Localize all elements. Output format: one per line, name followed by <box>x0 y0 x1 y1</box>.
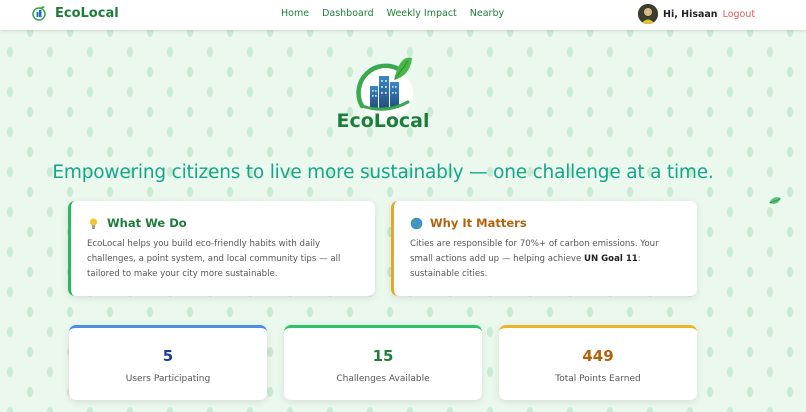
stat-value: 449 <box>582 347 614 365</box>
logout-link[interactable]: Logout <box>723 9 756 20</box>
why-it-matters-card: Why It Matters Cities are responsible fo… <box>391 201 697 296</box>
un-goal-highlight: UN Goal 11 <box>583 254 638 264</box>
stat-label: Total Points Earned <box>555 374 641 384</box>
why-it-matters-body: Cities are responsible for 70%+ of carbo… <box>410 237 681 282</box>
brand[interactable]: EcoLocal <box>31 5 119 21</box>
stat-value: 15 <box>372 347 394 365</box>
what-we-do-heading: What We Do <box>87 216 359 230</box>
nav-dashboard[interactable]: Dashboard <box>322 8 374 19</box>
nav-weekly-impact[interactable]: Weekly Impact <box>387 8 457 19</box>
what-we-do-body: EcoLocal helps you build eco-friendly ha… <box>87 239 341 279</box>
leaf-icon <box>769 197 781 204</box>
user-menu: Hi, Hisaan Logout <box>638 4 755 24</box>
user-greeting: Hi, Hisaan <box>663 8 718 20</box>
lightbulb-icon <box>89 217 98 229</box>
avatar-image <box>638 4 658 24</box>
challenges-available-stat: 15 Challenges Available <box>284 325 482 400</box>
ecolocal-logo-icon <box>32 6 46 21</box>
nav-nearby[interactable]: Nearby <box>470 8 504 19</box>
navbar: EcoLocal Home Dashboard Weekly Impact Ne… <box>0 0 806 30</box>
why-it-matters-heading: Why It Matters <box>410 216 681 230</box>
stat-label: Users Participating <box>125 374 211 384</box>
what-we-do-title: What We Do <box>107 216 187 230</box>
hero-tagline: Empowering citizens to live more sustain… <box>52 162 714 183</box>
stat-label: Challenges Available <box>336 374 430 384</box>
hero-brand-name: EcoLocal <box>336 110 430 132</box>
what-we-do-card: What We Do EcoLocal helps you build eco-… <box>68 201 375 296</box>
nav-home[interactable]: Home <box>281 8 309 19</box>
stat-value: 5 <box>162 347 174 365</box>
why-it-matters-title: Why It Matters <box>430 216 527 230</box>
nav-links: Home Dashboard Weekly Impact Nearby <box>281 8 517 19</box>
avatar[interactable] <box>638 4 658 24</box>
globe-icon <box>410 217 423 229</box>
users-participating-stat: 5 Users Participating <box>69 325 267 400</box>
brand-name: EcoLocal <box>55 5 119 21</box>
total-points-stat: 449 Total Points Earned <box>499 325 697 400</box>
